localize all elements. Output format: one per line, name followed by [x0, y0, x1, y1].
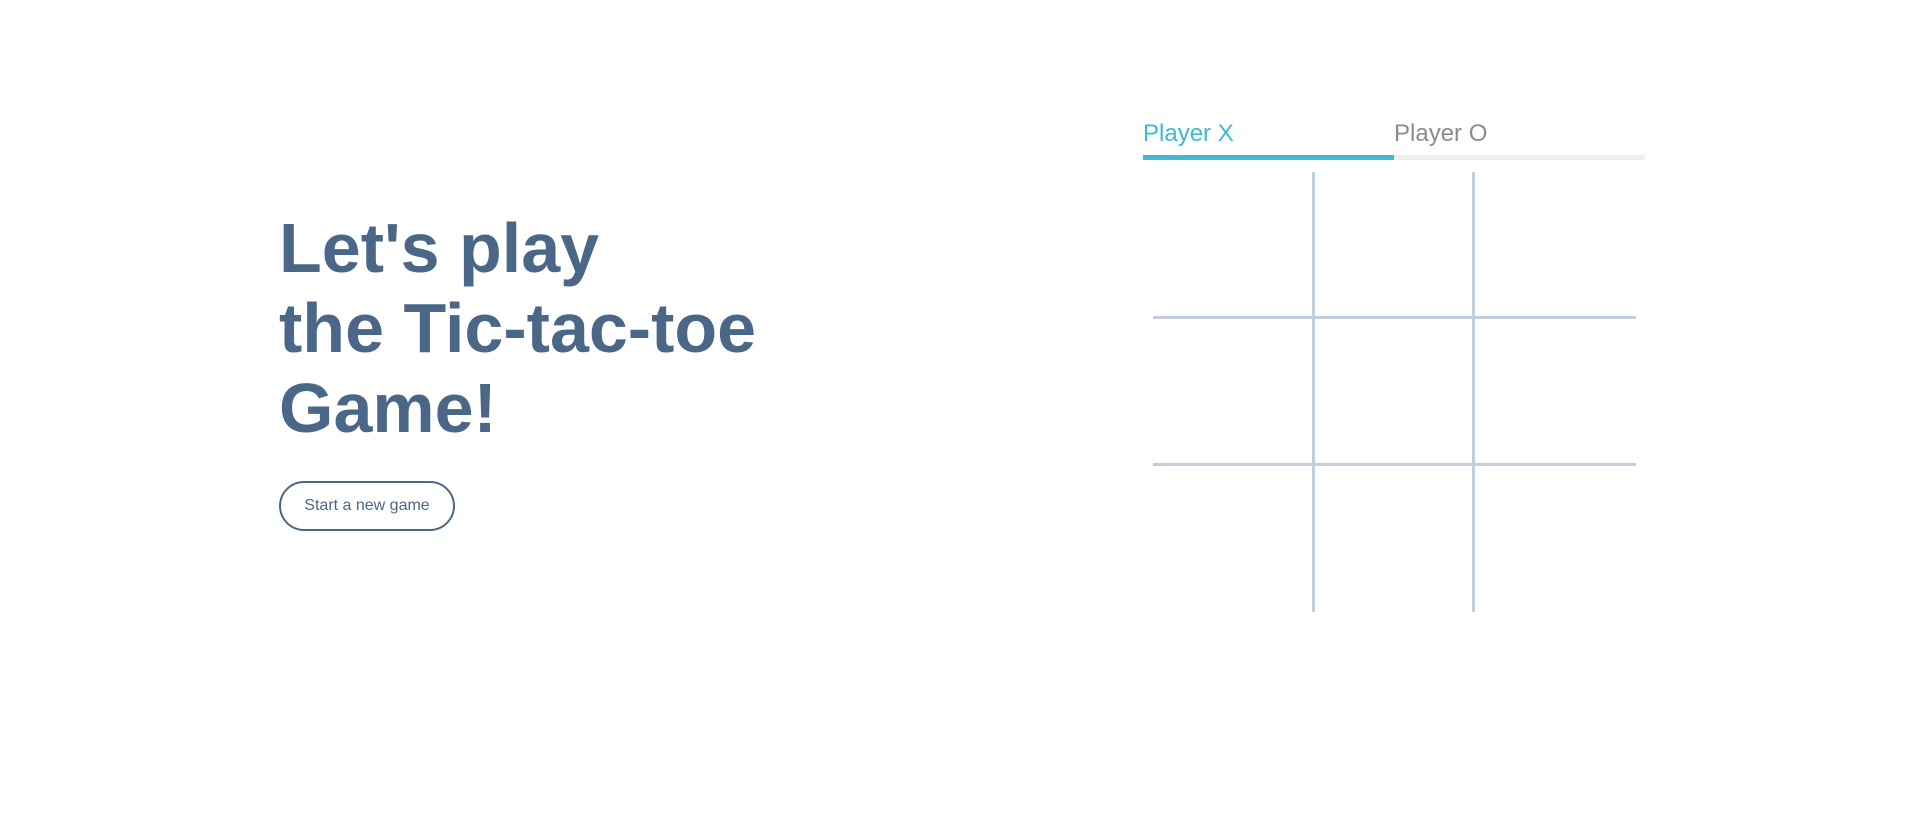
board-cell-5[interactable]	[1315, 319, 1472, 463]
headline-line-2: the Tic-tac-toe	[279, 289, 757, 367]
headline: Let's play the Tic-tac-toe Game!	[279, 208, 899, 448]
player-x-tab[interactable]: Player X	[1143, 118, 1394, 160]
board-cell-4[interactable]	[1153, 319, 1312, 463]
player-x-bar	[1143, 155, 1394, 160]
headline-line-3: Game!	[279, 369, 497, 447]
intro-section: Let's play the Tic-tac-toe Game!	[279, 208, 899, 448]
board-cell-3[interactable]	[1475, 172, 1636, 316]
board-cell-2[interactable]	[1315, 172, 1472, 316]
board-cell-6[interactable]	[1475, 319, 1636, 463]
board-cell-8[interactable]	[1315, 466, 1472, 612]
game-panel: Player X Player O	[1143, 118, 1646, 612]
headline-line-1: Let's play	[279, 209, 600, 287]
player-o-tab[interactable]: Player O	[1394, 118, 1645, 160]
board-cell-9[interactable]	[1475, 466, 1636, 612]
board-cell-1[interactable]	[1153, 172, 1312, 316]
player-indicator: Player X Player O	[1143, 118, 1646, 160]
page: Let's play the Tic-tac-toe Game! Start a…	[0, 0, 1918, 817]
start-new-game-button[interactable]: Start a new game	[279, 481, 455, 531]
player-o-bar	[1394, 155, 1645, 160]
board-cell-7[interactable]	[1153, 466, 1312, 612]
game-board	[1153, 172, 1636, 612]
player-o-label: Player O	[1394, 120, 1488, 147]
player-x-label: Player X	[1143, 120, 1234, 147]
